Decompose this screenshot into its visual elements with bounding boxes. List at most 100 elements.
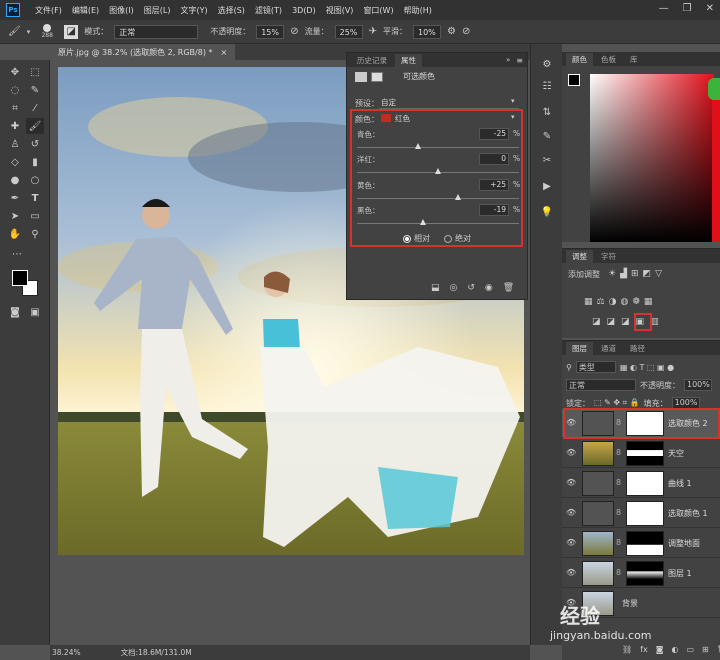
invert-icon[interactable]: ◪ [592, 317, 601, 327]
eye-icon[interactable]: 👁 [566, 568, 576, 577]
layer-row-curves-1[interactable]: 👁 8 曲线 1 [562, 469, 720, 498]
mode-select[interactable]: 正常 [114, 24, 199, 39]
new-group-icon[interactable]: ▭ [686, 645, 694, 654]
eye-icon[interactable]: 👁 [566, 448, 576, 457]
reset-icon[interactable]: ↺ [467, 283, 475, 293]
layer-mask-thumb[interactable] [626, 411, 664, 436]
exposure-icon[interactable]: ◩ [643, 269, 652, 279]
move-tool-icon[interactable]: ✥ [6, 64, 24, 80]
levels-icon[interactable]: ▟ [620, 269, 627, 279]
link-icon[interactable]: 8 [616, 478, 621, 487]
trash-icon[interactable]: 🗑 [503, 283, 514, 293]
lightbulb-icon[interactable]: 💡 [538, 204, 556, 220]
brush-tool-icon[interactable]: 🖌 [26, 118, 44, 134]
path-select-icon[interactable]: ➤ [6, 208, 24, 224]
pen-tool-icon[interactable]: ✒ [6, 190, 24, 206]
black-thumb[interactable] [419, 219, 426, 225]
radio-relative[interactable]: 相对 [403, 233, 430, 244]
fx-icon[interactable]: fx [640, 645, 648, 654]
color-field[interactable] [590, 74, 714, 242]
menu-view[interactable]: 视图(V) [321, 5, 359, 16]
tab-character[interactable]: 字符 [595, 250, 622, 263]
zoom-tool-icon[interactable]: ⚲ [26, 226, 44, 242]
threshold-icon[interactable]: ◪ [621, 317, 630, 327]
new-adjustment-icon[interactable]: ◐ [671, 645, 678, 654]
opacity-input[interactable]: 15% [256, 24, 285, 39]
eye-icon[interactable]: 👁 [566, 418, 576, 427]
cyan-track[interactable] [357, 147, 519, 148]
layer-mask-thumb[interactable] [626, 471, 664, 496]
stamp-tool-icon[interactable]: ♙ [6, 136, 24, 152]
layer-name[interactable]: 选取颜色 1 [668, 508, 708, 519]
clip-to-layer-icon[interactable]: ⬓ [431, 283, 440, 293]
quick-mask-icon[interactable]: ◙ [6, 304, 24, 320]
lock-icons[interactable]: ⬚ ✎ ✥ ⌗ 🔒 [594, 398, 640, 408]
menu-select[interactable]: 选择(S) [213, 5, 250, 16]
airbrush-icon[interactable]: ✈ [369, 26, 377, 37]
fill-input[interactable]: 100% [671, 397, 700, 409]
layer-mask-thumb[interactable] [626, 441, 664, 466]
adjustments-icon[interactable]: ⇅ [538, 104, 556, 120]
layer-mask-thumb[interactable] [626, 531, 664, 556]
hue-slider[interactable] [712, 86, 720, 242]
more-tools-icon[interactable]: ⋯ [8, 246, 26, 262]
gear-icon[interactable]: ⚙ [447, 26, 456, 37]
panel-menu-icon[interactable]: ≡ [516, 56, 523, 65]
quick-select-tool-icon[interactable]: ✎ [26, 82, 44, 98]
properties-icon[interactable]: ☷ [538, 78, 556, 94]
eyedropper-tool-icon[interactable]: ⁄ [26, 100, 44, 116]
close-button[interactable]: ✕ [706, 3, 714, 14]
tab-library[interactable]: 库 [624, 53, 644, 66]
tab-color[interactable]: 颜色 [566, 52, 593, 66]
brush-panel-icon[interactable]: ◪ [64, 24, 79, 39]
preset-select[interactable]: 自定 [379, 97, 519, 109]
menu-file[interactable]: 文件(F) [30, 5, 67, 16]
magenta-thumb[interactable] [435, 168, 441, 174]
layer-row-adjust-ground[interactable]: 👁 8 调整地面 [562, 529, 720, 558]
layer-row-selective-color-2[interactable]: 👁 8 选取颜色 2 [562, 409, 720, 438]
hand-tool-icon[interactable]: ✋ [6, 226, 24, 242]
screen-mode-icon[interactable]: ▣ [26, 304, 44, 320]
layer-row-selective-color-1[interactable]: 👁 8 选取颜色 1 [562, 499, 720, 528]
tab-layers[interactable]: 图层 [566, 341, 593, 355]
posterize-icon[interactable]: ◪ [607, 317, 616, 327]
menu-layer[interactable]: 图层(L) [139, 5, 176, 16]
layer-row-layer-1[interactable]: 👁 8 图层 1 [562, 559, 720, 588]
type-tool-icon[interactable]: T [26, 190, 44, 206]
minimize-button[interactable]: — [659, 3, 669, 14]
brush-settings-icon[interactable]: ✎ [538, 128, 556, 144]
tab-paths[interactable]: 路径 [624, 342, 651, 355]
blur-tool-icon[interactable]: ● [6, 172, 24, 188]
color-balance-icon[interactable]: ⚖ [597, 297, 605, 307]
shape-tool-icon[interactable]: ▭ [26, 208, 44, 224]
history-brush-icon[interactable]: ↺ [26, 136, 44, 152]
tab-channels[interactable]: 通道 [595, 342, 622, 355]
layer-name[interactable]: 选取颜色 2 [668, 418, 708, 429]
brush-preset-picker[interactable]: 288 [36, 24, 58, 39]
menu-3d[interactable]: 3D(D) [287, 6, 321, 15]
smooth-input[interactable]: 10% [413, 24, 441, 39]
crop-tool-icon[interactable]: ⌗ [6, 100, 24, 116]
history-icon[interactable]: ⚙ [538, 56, 556, 72]
menu-image[interactable]: 图像(I) [104, 5, 139, 16]
black-white-icon[interactable]: ◑ [609, 297, 617, 307]
visibility-eye-icon[interactable]: ◉ [485, 283, 493, 293]
layer-name[interactable]: 天空 [668, 448, 684, 459]
layer-name[interactable]: 曲线 1 [668, 478, 692, 489]
link-layers-icon[interactable]: ⛓ [622, 645, 632, 654]
menu-edit[interactable]: 编辑(E) [67, 5, 104, 16]
panel-collapse-icon[interactable]: » [506, 56, 510, 64]
black-value[interactable]: -19 [479, 204, 509, 216]
maximize-button[interactable]: ❐ [683, 3, 692, 14]
color-lookup-icon[interactable]: ▦ [644, 297, 653, 307]
eye-icon[interactable]: 👁 [566, 538, 576, 547]
brush-tool-icon[interactable]: 🖌 [8, 26, 21, 37]
magenta-value[interactable]: 0 [479, 153, 509, 165]
foreground-color-swatch[interactable] [12, 270, 28, 286]
layer-name[interactable]: 调整地面 [668, 538, 700, 549]
document-tab-close[interactable]: × [221, 48, 228, 57]
chevron-down-icon[interactable]: ▾ [27, 28, 31, 36]
flow-input[interactable]: 25% [334, 24, 363, 39]
colors-select[interactable]: 红色 [395, 113, 517, 125]
gradient-tool-icon[interactable]: ▮ [26, 154, 44, 170]
